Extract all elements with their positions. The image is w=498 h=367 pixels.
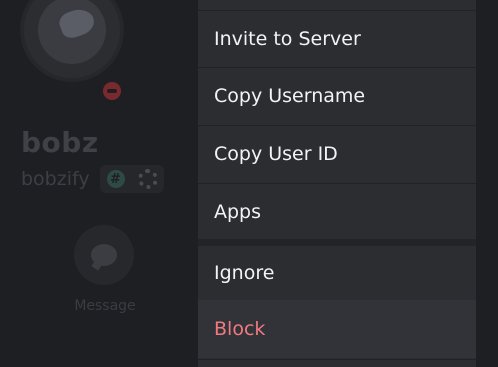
menu-item-label: Copy Username (214, 85, 366, 107)
menu-item-label: Copy User ID (214, 143, 338, 165)
user-avatar[interactable] (20, 0, 124, 82)
menu-item-copy-username[interactable]: Copy Username (198, 68, 476, 124)
message-button-label: Message (74, 298, 136, 314)
display-name: bobz (21, 126, 99, 159)
menu-item-copy-user-id[interactable]: Copy User ID (198, 126, 476, 182)
menu-item-invite-to-server[interactable]: Invite to Server (198, 11, 476, 66)
menu-divider (198, 359, 476, 360)
badge-row[interactable]: # (100, 165, 164, 193)
menu-item-apps[interactable]: Apps (198, 184, 476, 239)
hash-badge-icon[interactable]: # (106, 170, 125, 188)
menu-item-ignore[interactable]: Ignore (198, 246, 476, 300)
chat-bubble-icon (91, 244, 117, 266)
menu-item-label: Apps (214, 200, 262, 223)
user-context-menu: Invite to Server Copy Username Copy User… (198, 0, 476, 367)
dnd-status-icon (99, 78, 125, 104)
message-button[interactable] (74, 225, 134, 285)
gear-badge-icon[interactable] (137, 169, 158, 189)
username: bobzify (21, 168, 90, 190)
menu-item-label: Ignore (214, 262, 275, 284)
menu-item-label: Block (214, 318, 266, 340)
menu-group-separator (198, 239, 476, 246)
menu-item-label: Invite to Server (214, 27, 361, 50)
menu-item-block[interactable]: Block (198, 300, 476, 358)
